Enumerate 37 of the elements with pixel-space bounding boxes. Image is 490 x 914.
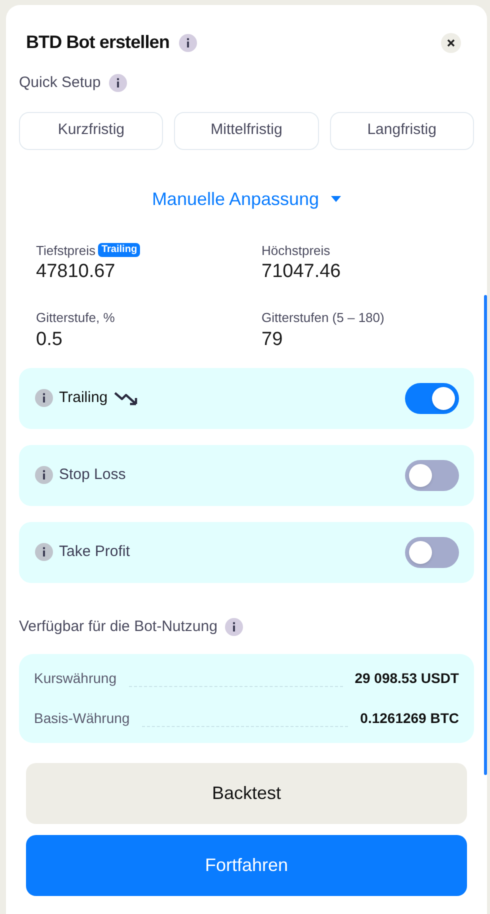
info-icon[interactable] [35,543,53,561]
option-label: Stop Loss [59,464,126,485]
close-icon [447,38,455,46]
preset-button[interactable]: Langfristig [330,112,474,150]
option-label: Trailing [59,388,108,408]
field-label: Gitterstufe, % [36,309,115,327]
field-label: Höchstpreis [262,242,330,260]
toggle-switch[interactable] [405,536,459,568]
balance-label: Basis-Währung [34,709,130,728]
info-icon[interactable] [108,74,127,92]
field-value: 47810.67 [36,260,116,284]
continue-button[interactable]: Fortfahren [26,835,467,896]
balance-label: Kurswährung [34,669,116,688]
field-value: 0.5 [36,328,64,352]
info-icon[interactable] [225,618,244,636]
info-icon[interactable] [179,34,198,52]
info-icon[interactable] [35,389,53,407]
option-label: Take Profit [59,542,130,562]
close-button[interactable] [441,32,461,52]
toggle-switch[interactable] [405,460,459,490]
section-label: Quick Setup [19,73,101,93]
balance-value: 29 098.53 USDT [354,669,459,688]
field-value: 71047.46 [262,260,342,284]
backtest-button[interactable]: Backtest [26,763,467,824]
section-label: Verfügbar für die Bot-Nutzung [19,616,218,636]
balance-value: 0.1261269 BTC [360,709,459,728]
preset-button[interactable]: Mittelfristig [174,112,319,150]
info-icon[interactable] [35,466,53,484]
preset-button[interactable]: Kurzfristig [19,112,164,150]
caret-icon [331,196,342,202]
dialog-title: BTD Bot erstellen [26,31,170,54]
field-label: Tiefstpreis [36,242,96,260]
toggle-switch[interactable] [405,382,459,414]
trailing-badge: Trailing [98,243,140,258]
field-label: Gitterstufen (5 – 180) [262,309,384,327]
field-value: 79 [262,328,284,352]
manual-toggle[interactable]: Manuelle Anpassung [152,186,342,212]
